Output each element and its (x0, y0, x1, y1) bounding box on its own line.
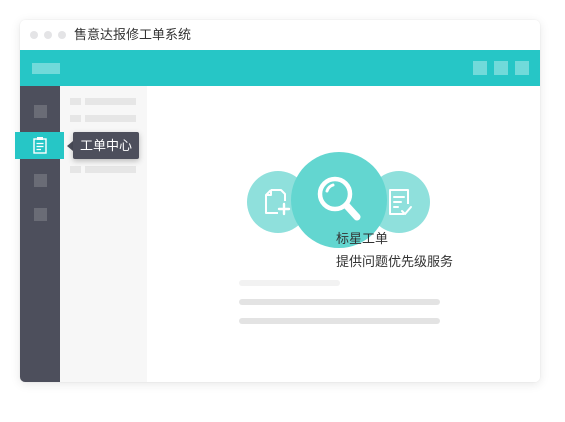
top-bar-button-3[interactable] (515, 61, 529, 75)
clipboard-icon (33, 137, 47, 154)
window-maximize-button[interactable] (58, 31, 66, 39)
placeholder-line-3 (239, 318, 440, 324)
submenu-item-3[interactable] (85, 166, 136, 173)
sidebar-item-4[interactable] (34, 208, 47, 221)
sidebar-item-1[interactable] (34, 105, 47, 118)
sidebar-item-work-order-center[interactable] (15, 132, 64, 159)
sidebar-item-3[interactable] (34, 174, 47, 187)
sidebar-tooltip: 工单中心 (73, 132, 139, 159)
tooltip-label: 工单中心 (79, 138, 132, 153)
logo-placeholder (32, 63, 60, 74)
window-minimize-button[interactable] (44, 31, 52, 39)
submenu-item-3-icon (70, 166, 81, 173)
top-bar-button-1[interactable] (473, 61, 487, 75)
title-bar: 售意达报修工单系统 (20, 20, 540, 50)
submenu-item-2[interactable] (85, 115, 136, 122)
placeholder-line-1 (239, 280, 340, 286)
placeholder-line-2 (239, 299, 440, 305)
submenu-item-1[interactable] (85, 98, 136, 105)
window-title: 售意达报修工单系统 (74, 27, 192, 42)
submenu-item-2-icon (70, 115, 81, 122)
feature-description: 提供问题优先级服务 (336, 254, 454, 269)
top-nav-bar (20, 50, 540, 86)
top-bar-button-2[interactable] (494, 61, 508, 75)
submenu-item-1-icon (70, 98, 81, 105)
window-close-button[interactable] (30, 31, 38, 39)
feature-title: 标星工单 (336, 231, 389, 246)
sidebar (20, 86, 60, 382)
submenu-panel (60, 86, 147, 382)
